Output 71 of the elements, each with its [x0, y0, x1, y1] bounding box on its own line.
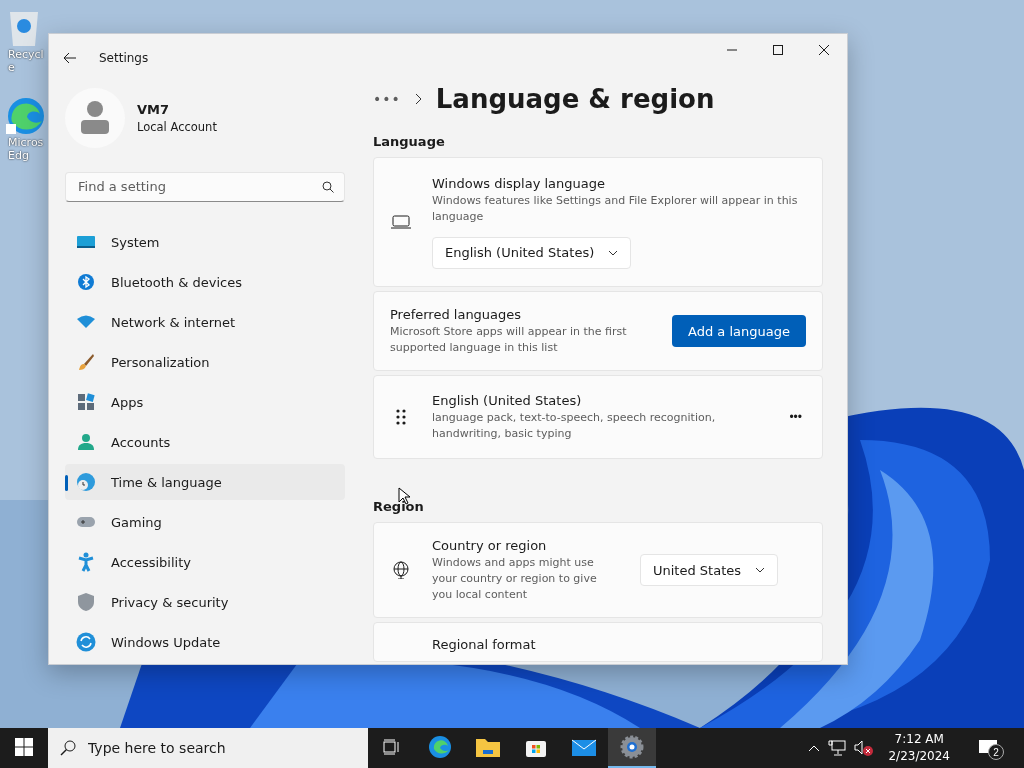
notifications-button[interactable]: 2: [964, 728, 1012, 768]
sidebar-item[interactable]: Privacy & security: [65, 584, 345, 620]
search-box[interactable]: Find a setting: [65, 171, 345, 202]
setting-title: Regional format: [432, 637, 536, 652]
search-icon: [60, 740, 76, 756]
sidebar-item[interactable]: Network & internet: [65, 304, 345, 340]
language-name: English (United States): [432, 392, 583, 408]
network-icon[interactable]: [828, 740, 847, 756]
sidebar-item[interactable]: Gaming: [65, 504, 345, 540]
desktop-icon-label: Micros Edg: [8, 136, 45, 162]
country-dropdown[interactable]: United States: [639, 554, 778, 586]
chevron-right-icon: [414, 93, 422, 105]
clock[interactable]: 7:12 AM 2/23/2024: [888, 731, 950, 765]
globe-clock-icon: [76, 472, 96, 492]
add-language-button[interactable]: Add a language: [672, 315, 806, 347]
sidebar-item[interactable]: Personalization: [65, 344, 345, 380]
wifi-icon: [76, 315, 96, 329]
apps-icon: [77, 393, 95, 411]
monitor-icon: [76, 235, 96, 249]
gear-icon: [620, 735, 644, 759]
taskbar-search-box[interactable]: Type here to search: [48, 728, 368, 768]
sync-icon: [76, 632, 96, 652]
chevron-down-icon: [755, 567, 765, 573]
sidebar-item[interactable]: Bluetooth & devices: [65, 264, 345, 300]
sidebar-item[interactable]: Apps: [65, 384, 345, 420]
shield-icon: [77, 592, 95, 612]
section-heading: Region: [373, 499, 424, 514]
setting-description: Microsoft Store apps will appear in the first supported language in this list: [390, 323, 628, 356]
language-dropdown[interactable]: English (United States): [432, 236, 632, 269]
browser-icon[interactable]: [4, 96, 44, 136]
chevron-up-icon[interactable]: [808, 744, 821, 752]
sidebar-item[interactable]: System: [65, 224, 345, 260]
page-title: Language & region: [435, 84, 715, 114]
task-view-icon: [383, 739, 401, 755]
taskbar-search-field[interactable]: Type here to search: [86, 739, 346, 757]
mail-icon: [571, 737, 597, 757]
back-arrow-icon[interactable]: [63, 52, 77, 64]
more-options-button[interactable]: •••: [785, 406, 806, 428]
setting-title: Country or region: [432, 537, 548, 553]
globe-icon: [392, 561, 410, 579]
sidebar-item[interactable]: Time & language: [65, 464, 345, 500]
account-type: Local Account: [137, 119, 217, 134]
browser-icon: [428, 735, 452, 759]
maximize-icon[interactable]: [773, 45, 783, 55]
muted-speaker-icon[interactable]: [854, 739, 875, 757]
setting-title: Windows display language: [432, 175, 606, 191]
search-icon: [322, 180, 334, 193]
bluetooth-icon: [78, 272, 94, 292]
setting-description: Windows features like Settings and File Explorer will appear in this language: [432, 192, 799, 225]
laptop-icon: [391, 215, 411, 229]
brush-icon: [77, 353, 95, 371]
account-name: VM7: [137, 101, 171, 117]
accessibility-icon: [77, 552, 95, 572]
breadcrumb-overflow[interactable]: •••: [373, 91, 401, 107]
setting-description: Windows and apps might use your country or region to give you local content: [432, 554, 598, 603]
person-icon: [77, 433, 95, 451]
search-field[interactable]: Find a setting: [76, 178, 322, 196]
sidebar-item[interactable]: Accessibility: [65, 544, 345, 580]
desktop-icon-label: Recycle: [8, 48, 45, 74]
sidebar-item[interactable]: Windows Update: [65, 624, 345, 660]
chevron-down-icon: [608, 249, 619, 256]
setting-title: Preferred languages: [390, 306, 523, 322]
folder-icon: [475, 736, 501, 758]
sidebar-item[interactable]: Accounts: [65, 424, 345, 460]
window-title: Settings: [99, 51, 149, 65]
close-icon[interactable]: [819, 45, 829, 55]
drag-handle-icon[interactable]: [396, 409, 406, 425]
gamepad-icon: [76, 515, 96, 529]
section-heading: Language: [373, 134, 445, 149]
language-features: language pack, text-to-speech, speech recognition, handwriting, basic typing: [432, 409, 717, 442]
windows-logo-icon: [15, 738, 33, 756]
